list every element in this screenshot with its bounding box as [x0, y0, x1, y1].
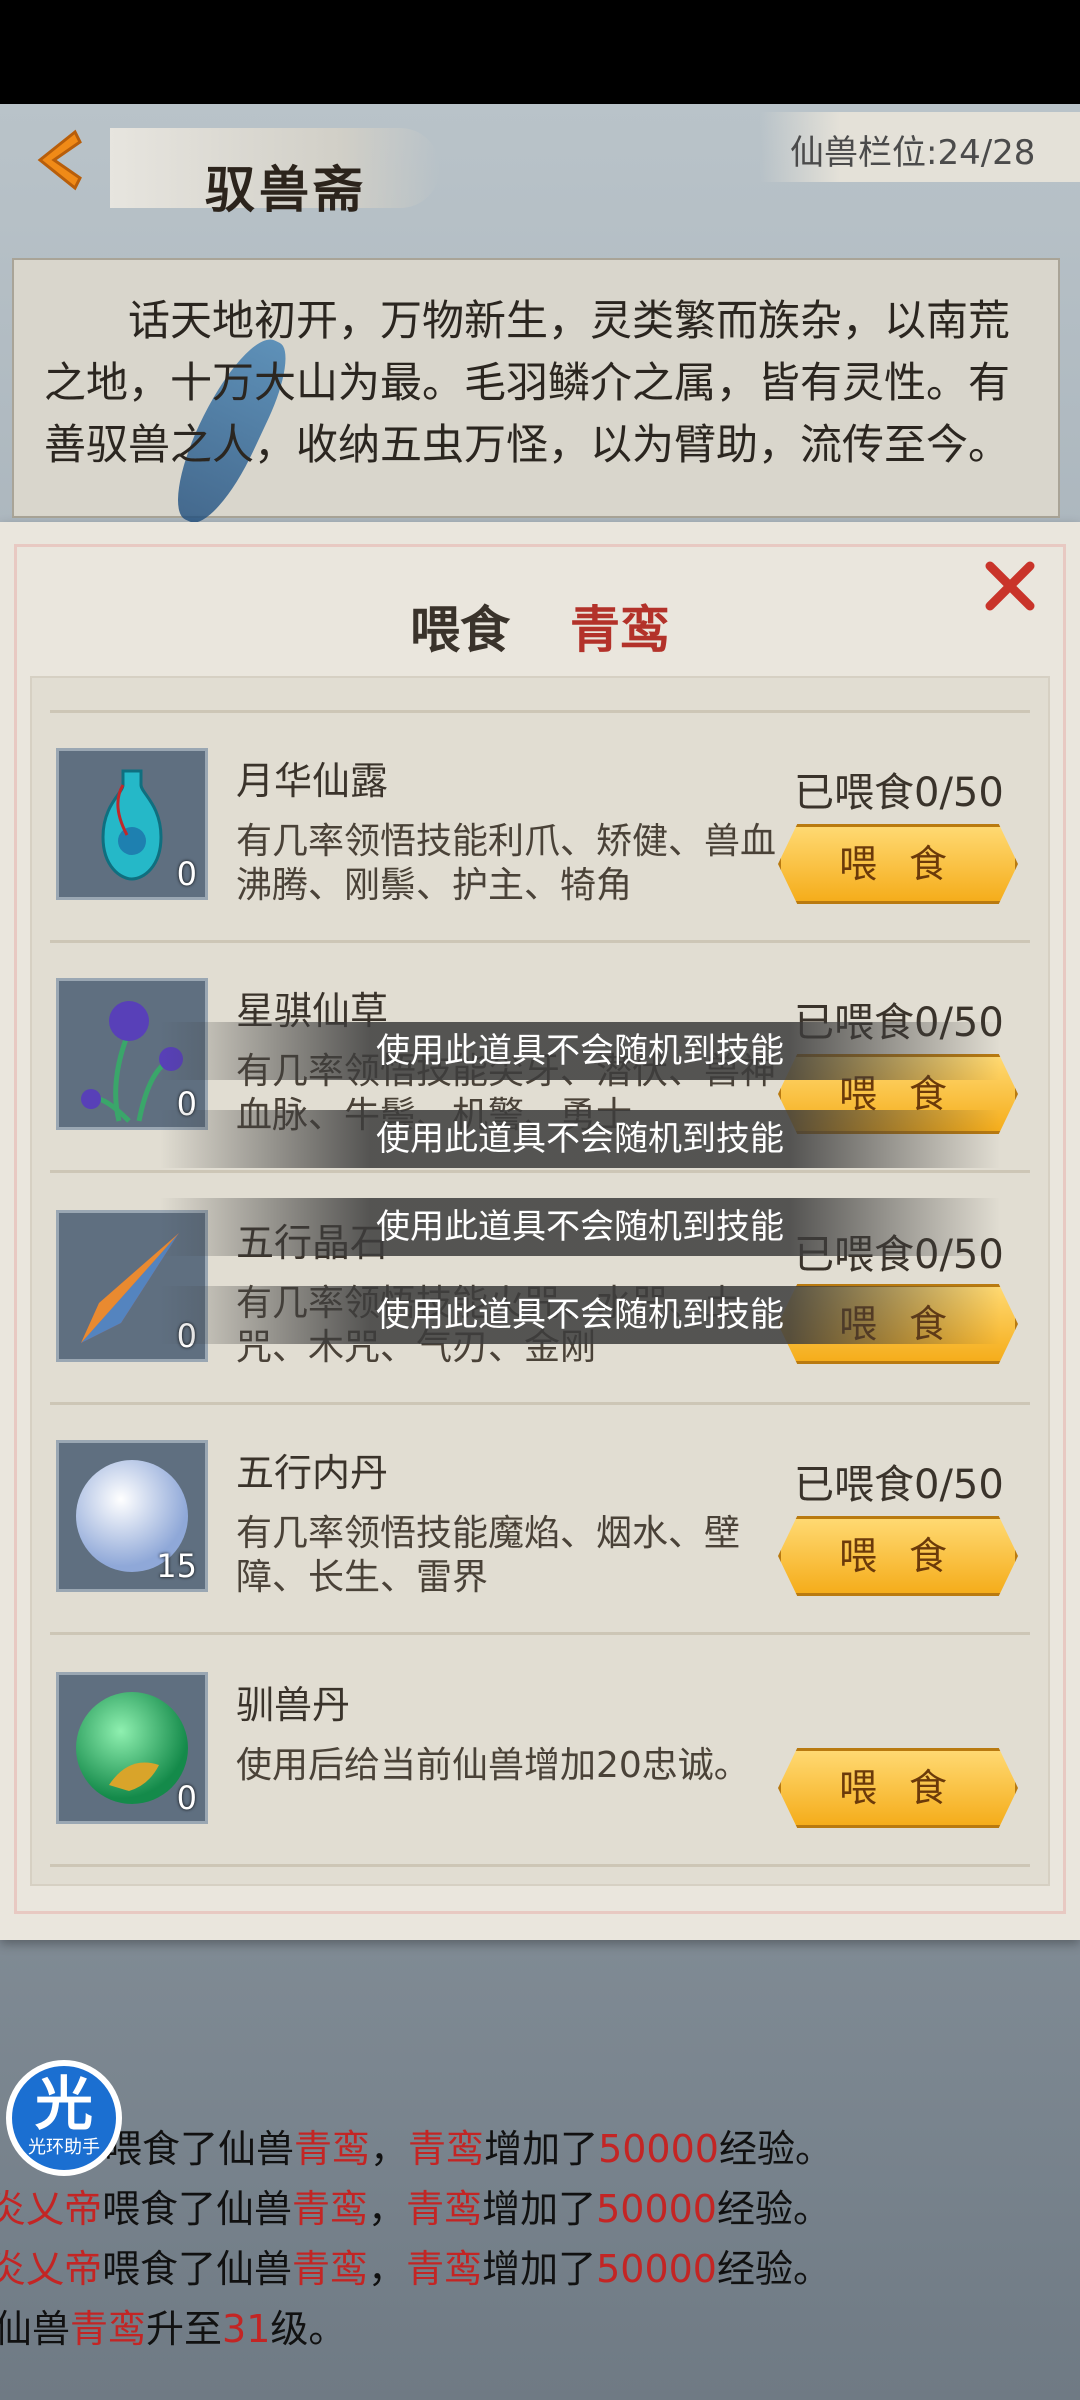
- vase-icon: 0: [56, 748, 208, 900]
- log-text: ，: [370, 2127, 409, 2171]
- log-text: 喂食了仙兽: [102, 2187, 293, 2231]
- log-pet: 青鸾: [406, 2187, 483, 2231]
- log-number: 50000: [598, 2127, 719, 2171]
- item-count: 0: [176, 855, 197, 893]
- log-line: 炎乂帝喂食了仙兽青鸾，青鸾增加了50000经验。: [0, 2178, 1080, 2238]
- log-number: 31: [222, 2307, 271, 2351]
- dialog-feed-label: 喂食: [410, 600, 510, 659]
- dialog-pet-name: 青鸾: [570, 600, 670, 659]
- toast-message: 使用此道具不会随机到技能: [160, 1198, 1000, 1256]
- log-player: 炎乂帝: [0, 2247, 103, 2291]
- back-arrow-icon[interactable]: [20, 120, 100, 200]
- feed-button[interactable]: 喂 食: [778, 1748, 1018, 1828]
- toast-message: 使用此道具不会随机到技能: [160, 1022, 1000, 1080]
- log-text: 喂食了仙兽: [102, 2247, 293, 2291]
- log-line: 仙兽青鸾升至31级。: [0, 2298, 1080, 2358]
- toast-message: 使用此道具不会随机到技能: [160, 1110, 1000, 1168]
- log-pet: 青鸾: [408, 2127, 485, 2171]
- item-description: 使用后给当前仙兽增加20忠诚。: [236, 1745, 750, 1786]
- item-fed-count: 已喂食0/50: [794, 1462, 1004, 1508]
- log-line: 喂食了仙兽青鸾，青鸾增加了50000经验。: [0, 2118, 1080, 2178]
- dialog-title: 喂食 青鸾: [280, 590, 800, 659]
- log-number: 50000: [596, 2187, 717, 2231]
- page-title: 驭兽斋: [205, 160, 367, 219]
- divider: [50, 1402, 1030, 1405]
- assistant-label: 光环助手: [28, 2137, 100, 2158]
- orb-icon: 15: [56, 1440, 208, 1592]
- pill-icon: 0: [56, 1672, 208, 1824]
- log-text: 升至: [146, 2307, 223, 2351]
- status-bar: [0, 0, 1080, 104]
- item-name: 月华仙露: [236, 759, 389, 803]
- item-count: 15: [156, 1547, 197, 1585]
- story-text: 话天地初开，万物新生，灵类繁而族杂，以南荒之地，十万大山为最。毛羽鳞介之属，皆有…: [44, 296, 1011, 469]
- log-text: 经验。: [718, 2127, 833, 2171]
- log-text: 增加了: [484, 2127, 599, 2171]
- log-text: ，: [368, 2247, 407, 2291]
- log-pet: 青鸾: [294, 2127, 371, 2171]
- item-count: 0: [176, 1779, 197, 1817]
- divider: [50, 1632, 1030, 1635]
- divider: [50, 940, 1030, 943]
- assistant-floating-button[interactable]: 光 光环助手: [6, 2060, 122, 2176]
- log-pet: 青鸾: [70, 2307, 147, 2351]
- log-line: 炎乂帝喂食了仙兽青鸾，青鸾增加了50000经验。: [0, 2238, 1080, 2298]
- item-fed-count: 已喂食0/50: [794, 770, 1004, 816]
- log-number: 50000: [596, 2247, 717, 2291]
- item-description: 有几率领悟技能魔焰、烟水、壁障、长生、雷界: [236, 1513, 741, 1598]
- log-text: ，: [368, 2187, 407, 2231]
- item-name: 驯兽丹: [236, 1683, 351, 1727]
- divider: [50, 1864, 1030, 1867]
- message-log: 喂食了仙兽青鸾，青鸾增加了50000经验。 炎乂帝喂食了仙兽青鸾，青鸾增加了50…: [0, 2118, 1080, 2358]
- feed-button[interactable]: 喂 食: [778, 824, 1018, 904]
- log-player: 炎乂帝: [0, 2187, 103, 2231]
- log-pet: 青鸾: [292, 2187, 369, 2231]
- item-description: 有几率领悟技能利爪、矫健、兽血沸腾、刚鬃、护主、犄角: [236, 821, 777, 906]
- log-text: 增加了: [482, 2247, 597, 2291]
- pet-slot-count: 仙兽栏位:24/28: [790, 133, 1036, 173]
- toast-message: 使用此道具不会随机到技能: [160, 1286, 1000, 1344]
- log-pet: 青鸾: [292, 2247, 369, 2291]
- divider: [50, 710, 1030, 713]
- log-pet: 青鸾: [406, 2247, 483, 2291]
- log-text: 级。: [270, 2307, 347, 2351]
- feed-button[interactable]: 喂 食: [778, 1516, 1018, 1596]
- log-text: 喂食了仙兽: [104, 2127, 295, 2171]
- divider: [50, 1170, 1030, 1173]
- log-text: 经验。: [716, 2247, 831, 2291]
- log-text: 经验。: [716, 2187, 831, 2231]
- item-name: 五行内丹: [236, 1451, 389, 1495]
- log-text: 仙兽: [0, 2307, 71, 2351]
- close-icon[interactable]: [984, 560, 1036, 612]
- log-text: 增加了: [482, 2187, 597, 2231]
- assistant-char: 光: [34, 2070, 93, 2138]
